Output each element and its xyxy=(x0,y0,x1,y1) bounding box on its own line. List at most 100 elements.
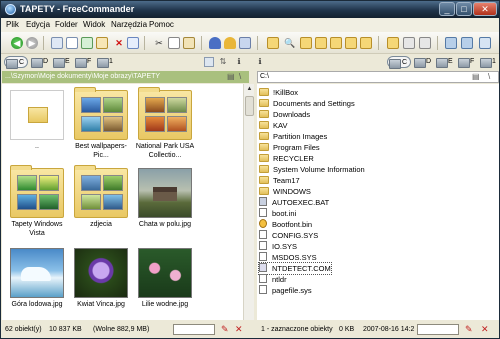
list-item[interactable]: Chata w polu.jpg xyxy=(132,164,198,242)
left-network-icon[interactable]: ⇅ xyxy=(218,57,228,67)
tree-icon[interactable] xyxy=(387,37,399,49)
history-icon[interactable] xyxy=(330,37,342,49)
right-info-icon[interactable]: ℹ xyxy=(255,57,265,67)
copy-icon[interactable] xyxy=(168,37,180,49)
right-filter-input[interactable] xyxy=(417,324,459,335)
list-view-icon[interactable] xyxy=(403,37,415,49)
scroll-up-icon[interactable]: ▲ xyxy=(245,85,254,94)
list-item[interactable]: Downloads xyxy=(259,109,310,120)
left-drive-d[interactable]: D xyxy=(30,56,48,68)
right-path-bar[interactable]: C:\ ▤ \ xyxy=(257,71,499,83)
right-root-icon[interactable]: \ xyxy=(488,72,490,82)
app-icon xyxy=(5,4,16,15)
list-item[interactable]: Kwiat Vinca.jpg xyxy=(68,244,134,320)
list-item[interactable]: zdjecia xyxy=(68,164,134,242)
maximize-button[interactable]: □ xyxy=(456,2,472,16)
right-selected-size: 0 KB xyxy=(339,326,355,333)
edit-icon[interactable] xyxy=(66,37,78,49)
left-path-bar[interactable]: ...\Szymon\Moje dokumenty\Moje obrazy\TA… xyxy=(2,71,249,83)
unpack-icon[interactable] xyxy=(224,37,236,49)
back-icon[interactable]: ◀ xyxy=(11,37,23,49)
left-drive-1[interactable]: 1 xyxy=(96,56,113,68)
list-item[interactable]: ntldr xyxy=(259,274,287,285)
list-item[interactable]: Lilie wodne.jpg xyxy=(132,244,198,320)
menu-plik[interactable]: Plik xyxy=(6,20,19,29)
forward-icon[interactable]: ▶ xyxy=(26,37,38,49)
right-drive-e[interactable]: E xyxy=(435,56,453,68)
list-item[interactable]: RECYCLER xyxy=(259,153,314,164)
right-drive-c[interactable]: C xyxy=(387,56,412,69)
list-item[interactable]: Partition Images xyxy=(259,131,327,142)
menu-widok[interactable]: Widok xyxy=(83,20,105,29)
list-item[interactable]: WINDOWS xyxy=(259,186,311,197)
compare-icon[interactable] xyxy=(239,37,251,49)
close-button[interactable]: ✕ xyxy=(473,2,497,16)
list-item[interactable]: Documents and Settings xyxy=(259,98,355,109)
dual-pane-icon[interactable] xyxy=(445,37,457,49)
com-file-icon xyxy=(259,263,267,272)
list-item[interactable]: AUTOEXEC.BAT xyxy=(259,197,329,208)
list-item[interactable]: Bootfont.bin xyxy=(259,219,312,230)
left-drive-c[interactable]: C xyxy=(4,56,29,69)
list-item[interactable]: pagefile.sys xyxy=(259,285,312,296)
list-item[interactable]: System Volume Information xyxy=(259,164,365,175)
favorites-icon[interactable] xyxy=(315,37,327,49)
menu-pomoc[interactable]: Pomoc xyxy=(149,20,174,29)
list-item[interactable]: KAV xyxy=(259,120,287,131)
list-item[interactable]: Best wallpapers-Pic... xyxy=(68,86,134,164)
list-item[interactable]: !KillBox xyxy=(259,87,298,98)
left-filter-input[interactable] xyxy=(173,324,215,335)
left-scrollbar[interactable]: ▲ xyxy=(243,84,254,320)
left-drive-f[interactable]: F xyxy=(74,56,91,68)
list-item[interactable]: National Park USA Collectio... xyxy=(132,86,198,164)
folder-icon xyxy=(138,87,192,140)
left-path-menu-icon[interactable]: ▤ xyxy=(227,72,235,81)
list-item[interactable]: IO.SYS xyxy=(259,241,297,252)
left-drive-e[interactable]: E xyxy=(52,56,70,68)
list-item[interactable]: .. xyxy=(4,86,70,164)
left-clear-filter-icon[interactable]: ✕ xyxy=(235,324,243,335)
right-drive-f[interactable]: F xyxy=(457,56,474,68)
list-item[interactable]: NTDETECT.COM xyxy=(258,262,332,275)
list-item[interactable]: Team17 xyxy=(259,175,300,186)
view-icon[interactable] xyxy=(51,37,63,49)
list-item[interactable]: boot.ini xyxy=(259,208,296,219)
left-info-icon[interactable]: ℹ xyxy=(234,57,244,67)
settings-icon[interactable] xyxy=(479,37,491,49)
list-item[interactable]: Tapety Windows Vista xyxy=(4,164,70,242)
right-drive-1[interactable]: 1 xyxy=(479,56,496,68)
menu-narzedzia[interactable]: Narzędzia xyxy=(111,20,147,29)
right-drive-d[interactable]: D xyxy=(413,56,431,68)
cut-icon[interactable]: ✂ xyxy=(153,37,165,49)
minimize-button[interactable]: _ xyxy=(439,2,455,16)
list-item[interactable]: MSDOS.SYS xyxy=(259,252,317,263)
scroll-thumb[interactable] xyxy=(245,96,254,116)
list-item[interactable]: Program Files xyxy=(259,142,320,153)
image-thumbnail xyxy=(74,248,128,298)
swap-panes-icon[interactable] xyxy=(461,37,473,49)
new-folder-icon[interactable] xyxy=(267,37,279,49)
search-icon[interactable]: 🔍 xyxy=(284,37,296,49)
menu-edycja[interactable]: Edycja xyxy=(26,20,50,29)
folder-icon xyxy=(259,99,269,107)
list-item[interactable]: CONFIG.SYS xyxy=(259,230,318,241)
sync-icon[interactable] xyxy=(345,37,357,49)
left-root-icon[interactable]: \ xyxy=(239,72,241,81)
pack-icon[interactable] xyxy=(209,37,221,49)
move-to-icon[interactable] xyxy=(96,37,108,49)
right-filter-icon[interactable]: ✎ xyxy=(465,324,473,335)
details-view-icon[interactable] xyxy=(419,37,431,49)
paste-icon[interactable] xyxy=(183,37,195,49)
menu-folder[interactable]: Folder xyxy=(55,20,78,29)
left-desktop-icon[interactable] xyxy=(204,57,214,67)
right-clear-filter-icon[interactable]: ✕ xyxy=(481,324,489,335)
properties-icon[interactable] xyxy=(127,37,139,49)
list-item[interactable]: Góra lodowa.jpg xyxy=(4,244,70,320)
delete-icon[interactable]: ✕ xyxy=(113,37,125,49)
folder-size-icon[interactable] xyxy=(300,37,312,49)
app-window: TAPETY - FreeCommander _ □ ✕ Plik Edycja… xyxy=(0,0,500,339)
copy-to-icon[interactable] xyxy=(81,37,93,49)
left-filter-icon[interactable]: ✎ xyxy=(221,324,229,335)
rename-icon[interactable] xyxy=(360,37,372,49)
right-path-menu-icon[interactable]: ▤ xyxy=(472,72,480,82)
